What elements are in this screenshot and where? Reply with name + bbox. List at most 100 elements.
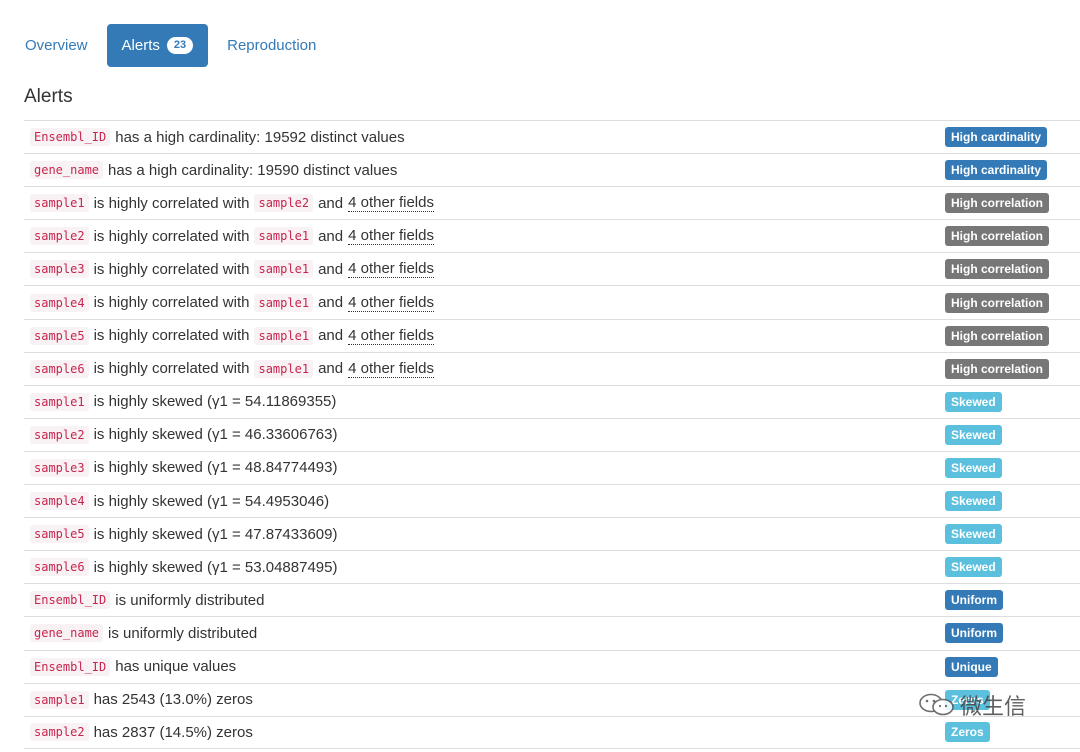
alert-text: is uniformly distributed <box>108 624 258 642</box>
other-fields-link[interactable]: 4 other fields <box>348 327 434 345</box>
alert-text: is highly correlated with <box>93 260 250 278</box>
alert-type-label: Skewed <box>945 491 1002 512</box>
alert-message: sample2 is highly skewed (γ1 = 46.3360676… <box>24 425 338 444</box>
alert-message: sample1 has 2543 (13.0%) zeros <box>24 690 253 709</box>
alert-field-name: sample4 <box>30 293 89 312</box>
alert-field-name: sample6 <box>30 359 89 378</box>
other-fields-link[interactable]: 4 other fields <box>348 227 434 246</box>
alert-type-label: Uniform <box>945 623 1003 644</box>
alert-type-label: High correlation <box>945 259 1050 280</box>
other-fields-link[interactable]: 4 other fields <box>348 360 434 378</box>
other-fields-link[interactable]: 4 other fields <box>348 260 434 279</box>
alert-field-name: Ensembl_ID <box>30 128 111 147</box>
alert-text-and: and <box>318 327 344 345</box>
alert-text: is highly skewed (γ1 = 46.33606763) <box>93 426 338 444</box>
alert-row: sample2 is highly correlated with sample1 a… <box>24 219 1080 252</box>
alert-message: sample1 is highly skewed (γ1 = 54.1186935… <box>24 392 337 411</box>
alert-text-and: and <box>318 194 344 212</box>
watermark-text: 微生信 <box>960 695 1027 720</box>
alert-type-label: Uniform <box>945 590 1003 611</box>
alerts-table: Ensembl_ID has a high cardinality: 19592 … <box>24 120 1080 749</box>
alert-text: has 2543 (13.0%) zeros <box>93 691 253 709</box>
alert-text: has unique values <box>115 658 237 676</box>
alert-field-name: gene_name <box>30 624 104 643</box>
alert-message: Ensembl_ID is uniformly distributed <box>24 591 265 610</box>
alert-row: sample3 is highly skewed (γ1 = 48.8477449… <box>24 450 1080 484</box>
alert-text: is highly correlated with <box>93 327 250 345</box>
alert-text: is highly skewed (γ1 = 54.4953046) <box>93 492 330 510</box>
alert-row: sample5 is highly correlated with sample1 a… <box>24 318 1080 352</box>
alert-text-and: and <box>318 260 344 278</box>
alert-type-label: High correlation <box>945 193 1050 214</box>
alert-message: sample5 is highly skewed (γ1 = 47.8743360… <box>24 525 338 544</box>
tab-bar: Overview Alerts 23 Reproduction <box>10 24 335 67</box>
alert-field-name: sample2 <box>30 227 89 246</box>
alert-field-name: sample1 <box>30 194 89 213</box>
alert-text: is highly correlated with <box>93 227 250 245</box>
alert-type-label: Unique <box>945 656 998 677</box>
alert-related-field: sample1 <box>254 227 314 246</box>
alert-message: sample5 is highly correlated with sample1 a… <box>24 326 434 345</box>
alert-text: has a high cardinality: 19590 distinct v… <box>108 161 398 179</box>
alert-message: Ensembl_ID has unique values <box>24 657 237 676</box>
alert-related-field: sample1 <box>254 359 314 378</box>
tab-overview-label: Overview <box>25 37 88 54</box>
alert-field-name: sample6 <box>30 558 89 577</box>
alert-message: gene_name is uniformly distributed <box>24 624 258 643</box>
alert-field-name: sample5 <box>30 525 89 544</box>
alert-row: sample4 is highly skewed (γ1 = 54.4953046… <box>24 484 1080 517</box>
alert-text: has 2837 (14.5%) zeros <box>93 723 253 741</box>
alert-row: gene_name is uniformly distributed Uniform <box>24 616 1080 649</box>
alert-related-field: sample1 <box>254 260 314 279</box>
alert-text: is highly correlated with <box>93 194 250 212</box>
alert-type-label: Skewed <box>945 391 1002 412</box>
alert-row: sample1 is highly correlated with sample2 a… <box>24 186 1080 219</box>
alert-type-label: Skewed <box>945 524 1002 545</box>
alert-row: Ensembl_ID has a high cardinality: 19592 … <box>24 120 1080 153</box>
alert-row: sample5 is highly skewed (γ1 = 47.8743360… <box>24 517 1080 550</box>
alert-text: is highly skewed (γ1 = 48.84774493) <box>93 459 338 477</box>
alert-text: is uniformly distributed <box>115 591 265 609</box>
other-fields-link[interactable]: 4 other fields <box>348 294 434 312</box>
alert-text: is highly skewed (γ1 = 47.87433609) <box>93 525 338 543</box>
alert-row: Ensembl_ID is uniformly distributed Unifor… <box>24 583 1080 616</box>
alert-type-label: High correlation <box>945 292 1050 313</box>
alert-row: Ensembl_ID has unique values Unique <box>24 649 1080 683</box>
alert-text: has a high cardinality: 19592 distinct v… <box>115 128 405 146</box>
alert-type-label: High correlation <box>945 226 1050 247</box>
alert-field-name: sample2 <box>30 425 89 444</box>
alert-type-label: Skewed <box>945 557 1002 578</box>
alert-row: sample3 is highly correlated with sample1 a… <box>24 252 1080 285</box>
alert-row: sample4 is highly correlated with sample1 a… <box>24 285 1080 318</box>
alert-message: sample6 is highly skewed (γ1 = 53.0488749… <box>24 558 338 577</box>
alerts-count-badge: 23 <box>166 37 194 54</box>
alert-row: sample2 is highly skewed (γ1 = 46.3360676… <box>24 417 1080 451</box>
tab-reproduction-label: Reproduction <box>227 37 317 54</box>
tab-reproduction[interactable]: Reproduction <box>212 24 331 67</box>
alert-message: sample6 is highly correlated with sample1 a… <box>24 359 434 378</box>
alert-text: is highly correlated with <box>93 294 250 312</box>
tab-alerts[interactable]: Alerts 23 <box>106 24 209 67</box>
alert-type-label: Skewed <box>945 457 1002 478</box>
watermark: 微生信 <box>918 689 1026 721</box>
alert-type-label: High cardinality <box>945 160 1048 181</box>
alert-field-name: sample1 <box>30 392 89 411</box>
alert-text: is highly skewed (γ1 = 53.04887495) <box>93 558 338 576</box>
alert-text-and: and <box>318 227 344 245</box>
alert-field-name: gene_name <box>30 161 104 180</box>
alert-type-label: Skewed <box>945 424 1002 445</box>
alert-message: sample3 is highly skewed (γ1 = 48.8477449… <box>24 458 338 477</box>
alert-field-name: sample2 <box>30 723 89 742</box>
alert-related-field: sample2 <box>254 194 314 213</box>
alert-row: sample1 is highly skewed (γ1 = 54.1186935… <box>24 384 1080 418</box>
alert-message: sample2 has 2837 (14.5%) zeros <box>24 723 253 742</box>
tab-alerts-label: Alerts <box>121 37 160 54</box>
alert-text: is highly skewed (γ1 = 54.11869355) <box>93 393 337 411</box>
alert-type-label: High cardinality <box>945 127 1048 148</box>
alert-field-name: Ensembl_ID <box>30 591 111 610</box>
tab-overview[interactable]: Overview <box>10 24 103 67</box>
alert-field-name: Ensembl_ID <box>30 657 111 676</box>
alert-row: sample6 is highly correlated with sample1 a… <box>24 351 1080 385</box>
other-fields-link[interactable]: 4 other fields <box>348 194 434 213</box>
alert-related-field: sample1 <box>254 293 314 312</box>
